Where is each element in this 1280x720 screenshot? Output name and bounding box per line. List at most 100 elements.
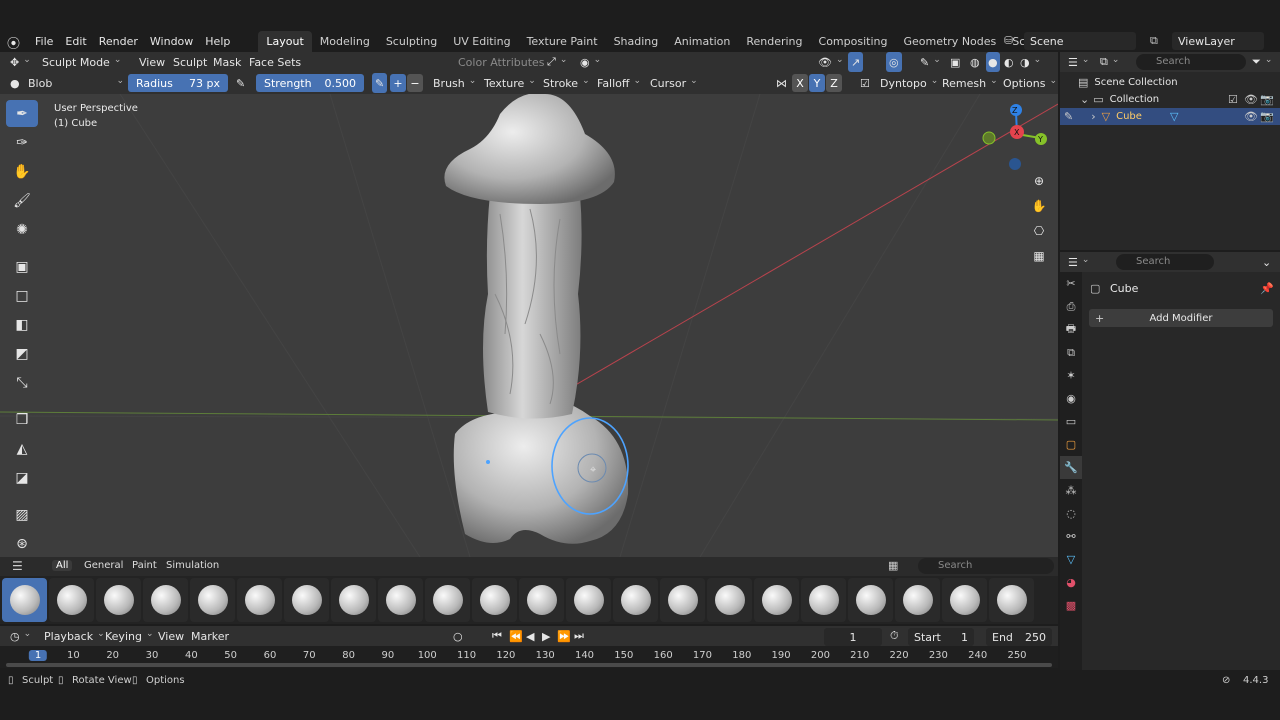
object-tab-icon[interactable]: ▢ — [1060, 433, 1082, 456]
symmetry-icon[interactable]: ⋈ — [776, 73, 787, 93]
line-project-tool[interactable]: ⤡ — [6, 369, 38, 396]
output-tab-icon[interactable]: 🖶 — [1060, 318, 1082, 341]
data-tab-icon[interactable]: ▽ — [1060, 548, 1082, 571]
menu-timeline-view[interactable]: View — [158, 626, 184, 646]
end-frame-field[interactable]: End 250 — [986, 628, 1052, 646]
pivot-icon[interactable]: ◉ — [580, 52, 601, 72]
symmetry-z-button[interactable]: Z — [826, 74, 842, 92]
cube-render-icon[interactable]: 📷 — [1260, 110, 1274, 123]
brush-11[interactable] — [472, 578, 517, 622]
menu-help[interactable]: Help — [199, 35, 236, 48]
menu-cursor[interactable]: Cursor — [650, 73, 698, 93]
modifier-tab-icon[interactable]: 🔧 — [1060, 456, 1082, 479]
tab-layout[interactable]: Layout — [258, 30, 312, 52]
shading-solid-icon[interactable]: ● — [986, 52, 1000, 72]
outliner-scene-collection[interactable]: ▤ Scene Collection — [1060, 74, 1280, 91]
editor-type-icon[interactable]: ✥ — [10, 52, 31, 72]
shelf-tab-simulation[interactable]: Simulation — [166, 560, 219, 571]
view-layer-field[interactable]: ViewLayer — [1172, 32, 1264, 50]
scene-tab-icon[interactable]: ✶ — [1060, 364, 1082, 387]
overlay-toggle-icon[interactable]: ◎ — [886, 52, 902, 72]
color-attributes[interactable]: Color Attributes — [458, 52, 545, 72]
properties-editor-icon[interactable]: ☰ — [1068, 252, 1089, 272]
brush-blob[interactable] — [2, 578, 47, 622]
menu-stroke[interactable]: Stroke — [543, 73, 590, 93]
play-icon[interactable]: ▶ — [542, 626, 550, 646]
toggle-xray-icon[interactable]: ▣ — [950, 52, 960, 72]
cube-visibility-icon[interactable]: 👁 — [1244, 110, 1258, 123]
brush-9[interactable] — [378, 578, 423, 622]
menu-keying[interactable]: Keying — [105, 626, 154, 646]
menu-falloff[interactable]: Falloff — [597, 73, 641, 93]
brush-16[interactable] — [707, 578, 752, 622]
play-reverse-icon[interactable]: ◀ — [526, 626, 534, 646]
pin-icon[interactable]: 📌 — [1260, 282, 1274, 295]
brush-13[interactable] — [566, 578, 611, 622]
menu-view[interactable]: View — [139, 52, 165, 72]
shelf-search-input[interactable]: Search — [918, 558, 1054, 574]
brush-4[interactable] — [143, 578, 188, 622]
start-frame-field[interactable]: Start 1 — [908, 628, 974, 646]
collection-render-icon[interactable]: 📷 — [1260, 93, 1274, 106]
outliner-display-mode-icon[interactable]: ⧉ — [1100, 52, 1119, 72]
view-layer-tab-icon[interactable]: ⧉ — [1060, 341, 1082, 364]
symmetry-y-button[interactable]: Y — [809, 74, 825, 92]
brush-19[interactable] — [848, 578, 893, 622]
outliner-cube[interactable]: ✎ › ▽ Cube ▽ 👁 📷 — [1060, 108, 1280, 125]
mask-by-color-tool[interactable]: ⊛ — [6, 530, 38, 557]
brush-21[interactable] — [942, 578, 987, 622]
particles-tab-icon[interactable]: ⁂ — [1060, 479, 1082, 502]
preview-range-icon[interactable]: ⏱ — [890, 626, 899, 646]
3d-viewport[interactable]: ⌖ User Perspective (1) Cube ✒ ✑ ✋ 🖌 ✺ ▣ … — [0, 94, 1058, 557]
brush-select[interactable]: Blob — [28, 73, 124, 93]
current-frame-field[interactable]: 1 — [824, 628, 882, 646]
menu-edit[interactable]: Edit — [59, 35, 92, 48]
world-tab-icon[interactable]: ◉ — [1060, 387, 1082, 410]
draw-brush-tool[interactable]: ✒ — [6, 100, 38, 127]
jump-keyframe-forward-icon[interactable]: ⏩ — [557, 626, 571, 646]
brush-18[interactable] — [801, 578, 846, 622]
render-tab-icon[interactable]: ⎙ — [1060, 295, 1082, 318]
hamburger-icon[interactable]: ☰ — [12, 559, 23, 573]
expand-chevron-right-icon[interactable]: › — [1091, 110, 1095, 123]
outliner-collection[interactable]: ⌄ ▭ Collection ☑ 👁 📷 — [1060, 91, 1280, 108]
outliner-search-input[interactable]: Search — [1136, 54, 1246, 70]
sculpt-mesh[interactable] — [444, 94, 629, 544]
brush-7[interactable] — [284, 578, 329, 622]
brush-type-icon[interactable]: ● — [10, 73, 20, 93]
brush-8[interactable] — [331, 578, 376, 622]
menu-mask[interactable]: Mask — [213, 52, 241, 72]
xray-icon[interactable]: ✎ — [920, 52, 941, 72]
shading-wireframe-icon[interactable]: ◍ — [970, 52, 980, 72]
properties-options-icon[interactable]: ⌄ — [1262, 252, 1271, 272]
material-tab-icon[interactable]: ◕ — [1060, 571, 1082, 594]
menu-render[interactable]: Render — [93, 35, 144, 48]
box-mask-tool[interactable]: ▣ — [6, 253, 38, 280]
options-menu[interactable]: Options — [1003, 73, 1057, 93]
direction-add-button[interactable]: + — [390, 74, 406, 92]
auto-key-icon[interactable]: ○ — [453, 626, 463, 646]
brush-17[interactable] — [754, 578, 799, 622]
color-filter-tool[interactable]: ◪ — [6, 464, 38, 491]
jump-start-icon[interactable]: ⏮ — [492, 626, 502, 646]
radius-slider[interactable]: Radius 73 px — [128, 74, 228, 92]
mode-select[interactable]: Sculpt Mode — [42, 52, 121, 72]
menu-marker[interactable]: Marker — [191, 626, 229, 646]
expand-chevron-icon[interactable]: ⌄ — [1080, 93, 1089, 106]
brush-6[interactable] — [237, 578, 282, 622]
cloth-filter-tool[interactable]: ◭ — [6, 435, 38, 462]
texture-tab-icon[interactable]: ▩ — [1060, 594, 1082, 617]
strength-slider[interactable]: Strength 0.500 — [256, 74, 364, 92]
outliner-editor-icon[interactable]: ☰ — [1068, 52, 1089, 72]
camera-view-icon[interactable]: ⎔ — [1028, 220, 1050, 242]
paint-brush-tool[interactable]: 🖌 — [6, 187, 38, 214]
perspective-toggle-icon[interactable]: ▦ — [1028, 245, 1050, 267]
brush-3[interactable] — [96, 578, 141, 622]
properties-search-input[interactable]: Search — [1116, 254, 1214, 270]
transform-orientation-icon[interactable]: ⤢ — [547, 52, 567, 72]
dyntopo-checkbox[interactable]: ☑ — [860, 73, 870, 93]
brush-15[interactable] — [660, 578, 705, 622]
jump-end-icon[interactable]: ⏭ — [574, 626, 584, 646]
add-modifier-button[interactable]: + Add Modifier — [1089, 309, 1273, 327]
view-layer-icon[interactable]: ⧉ — [1150, 34, 1158, 48]
